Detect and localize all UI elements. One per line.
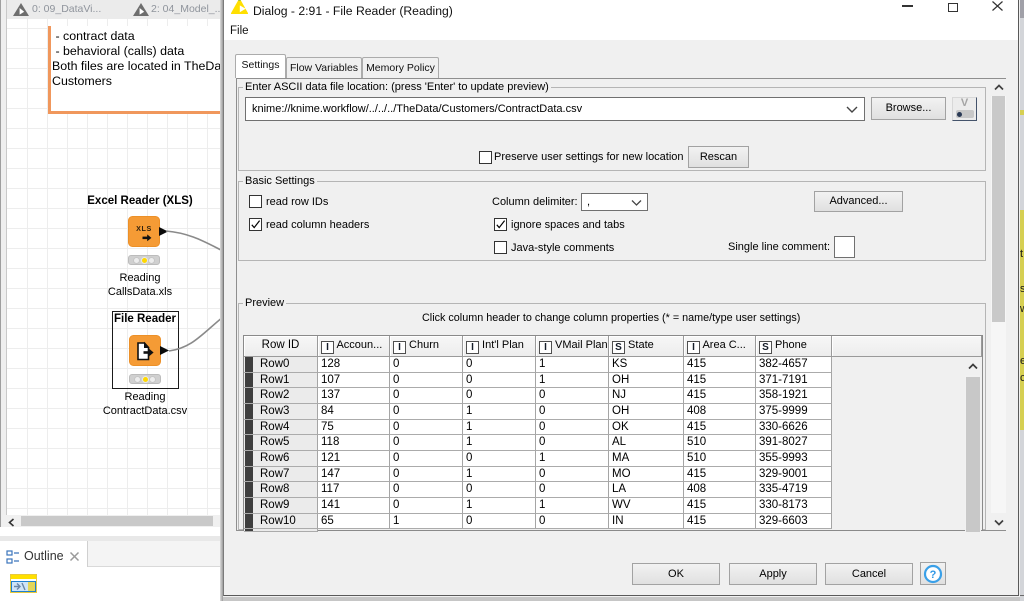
svg-text:?: ? bbox=[930, 569, 937, 581]
